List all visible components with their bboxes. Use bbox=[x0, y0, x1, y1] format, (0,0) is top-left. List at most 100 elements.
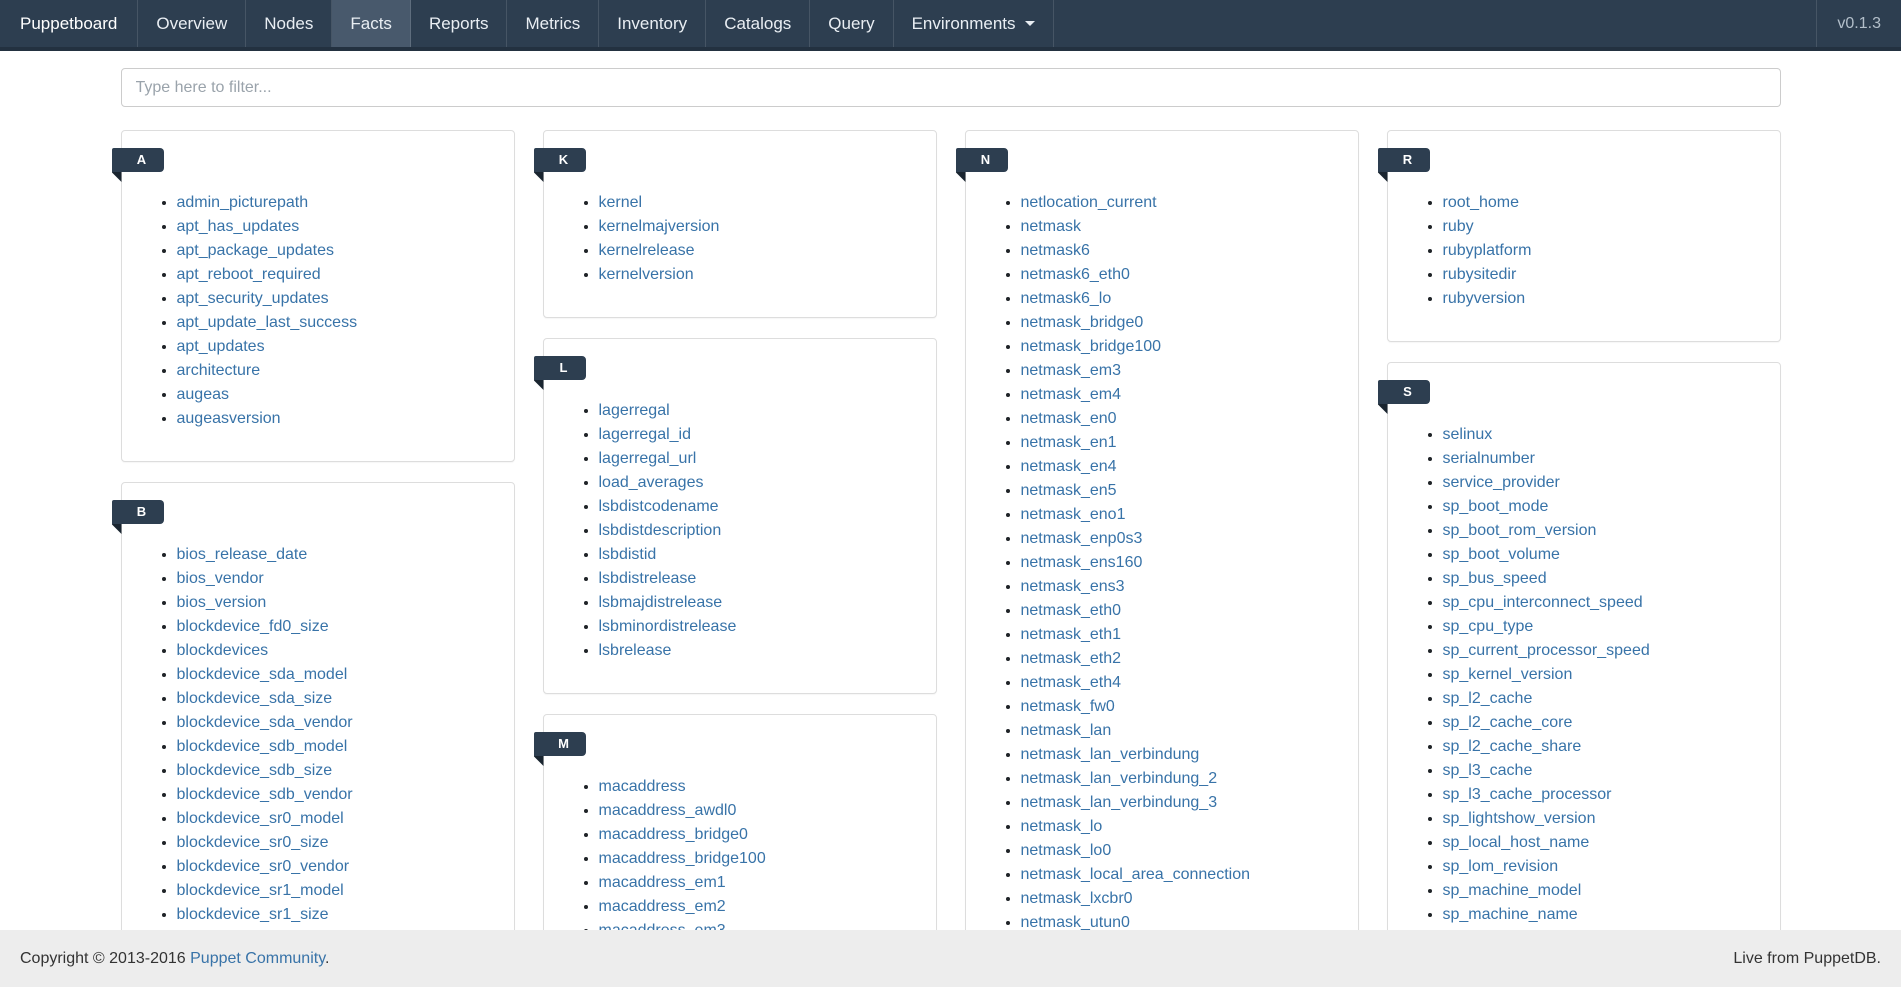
fact-link[interactable]: netmask_en1 bbox=[1021, 434, 1117, 451]
fact-link[interactable]: blockdevice_sdb_model bbox=[177, 738, 348, 755]
fact-link[interactable]: lsbdistcodename bbox=[599, 498, 719, 515]
fact-link[interactable]: lagerregal_id bbox=[599, 426, 692, 443]
fact-link[interactable]: kernel bbox=[599, 194, 643, 211]
fact-link[interactable]: architecture bbox=[177, 362, 261, 379]
nav-item-reports[interactable]: Reports bbox=[411, 0, 508, 47]
fact-link[interactable]: netmask_em3 bbox=[1021, 362, 1122, 379]
fact-link[interactable]: sp_boot_volume bbox=[1443, 546, 1560, 563]
fact-link[interactable]: lagerregal bbox=[599, 402, 670, 419]
nav-item-metrics[interactable]: Metrics bbox=[507, 0, 599, 47]
fact-link[interactable]: macaddress_em2 bbox=[599, 898, 726, 915]
fact-link[interactable]: sp_cpu_type bbox=[1443, 618, 1534, 635]
fact-link[interactable]: load_averages bbox=[599, 474, 704, 491]
fact-link[interactable]: netmask_enp0s3 bbox=[1021, 530, 1143, 547]
fact-link[interactable]: netlocation_current bbox=[1021, 194, 1157, 211]
fact-link[interactable]: lsbminordistrelease bbox=[599, 618, 737, 635]
fact-link[interactable]: macaddress_bridge100 bbox=[599, 850, 766, 867]
fact-link[interactable]: netmask_bridge0 bbox=[1021, 314, 1144, 331]
fact-link[interactable]: netmask_lo0 bbox=[1021, 842, 1112, 859]
fact-link[interactable]: netmask_bridge100 bbox=[1021, 338, 1162, 355]
fact-link[interactable]: lsbdistrelease bbox=[599, 570, 697, 587]
fact-link[interactable]: blockdevice_sr0_vendor bbox=[177, 858, 350, 875]
fact-link[interactable]: apt_has_updates bbox=[177, 218, 300, 235]
fact-link[interactable]: apt_reboot_required bbox=[177, 266, 321, 283]
nav-item-facts[interactable]: Facts bbox=[332, 0, 411, 47]
fact-link[interactable]: blockdevice_sdb_vendor bbox=[177, 786, 353, 803]
fact-link[interactable]: netmask_lan_verbindung bbox=[1021, 746, 1200, 763]
fact-link[interactable]: sp_boot_mode bbox=[1443, 498, 1549, 515]
nav-item-environments[interactable]: Environments bbox=[894, 0, 1054, 47]
fact-link[interactable]: netmask6_eth0 bbox=[1021, 266, 1130, 283]
fact-link[interactable]: admin_picturepath bbox=[177, 194, 309, 211]
fact-link[interactable]: netmask_utun0 bbox=[1021, 914, 1130, 931]
fact-link[interactable]: netmask6 bbox=[1021, 242, 1090, 259]
fact-link[interactable]: netmask_fw0 bbox=[1021, 698, 1115, 715]
fact-link[interactable]: blockdevice_fd0_size bbox=[177, 618, 329, 635]
fact-link[interactable]: rubysitedir bbox=[1443, 266, 1517, 283]
fact-link[interactable]: netmask_en5 bbox=[1021, 482, 1117, 499]
fact-link[interactable]: blockdevices bbox=[177, 642, 269, 659]
fact-link[interactable]: blockdevice_sr1_size bbox=[177, 906, 329, 923]
fact-link[interactable]: netmask_eth0 bbox=[1021, 602, 1122, 619]
fact-link[interactable]: blockdevice_sda_model bbox=[177, 666, 348, 683]
nav-item-query[interactable]: Query bbox=[810, 0, 893, 47]
fact-link[interactable]: netmask_eth1 bbox=[1021, 626, 1122, 643]
fact-link[interactable]: sp_l3_cache_processor bbox=[1443, 786, 1612, 803]
fact-link[interactable]: lsbmajdistrelease bbox=[599, 594, 723, 611]
fact-link[interactable]: macaddress_awdl0 bbox=[599, 802, 737, 819]
fact-link[interactable]: macaddress_bridge0 bbox=[599, 826, 748, 843]
fact-link[interactable]: bios_vendor bbox=[177, 570, 264, 587]
fact-link[interactable]: lsbdistid bbox=[599, 546, 657, 563]
fact-link[interactable]: netmask_eno1 bbox=[1021, 506, 1126, 523]
fact-link[interactable]: netmask_ens3 bbox=[1021, 578, 1125, 595]
fact-link[interactable]: kernelversion bbox=[599, 266, 694, 283]
fact-link[interactable]: blockdevice_sda_size bbox=[177, 690, 333, 707]
filter-input[interactable] bbox=[121, 68, 1781, 107]
fact-link[interactable]: lsbrelease bbox=[599, 642, 672, 659]
fact-link[interactable]: netmask bbox=[1021, 218, 1081, 235]
fact-link[interactable]: sp_boot_rom_version bbox=[1443, 522, 1597, 539]
fact-link[interactable]: sp_l3_cache bbox=[1443, 762, 1533, 779]
fact-link[interactable]: sp_machine_name bbox=[1443, 906, 1578, 923]
puppet-community-link[interactable]: Puppet Community bbox=[190, 950, 325, 967]
fact-link[interactable]: blockdevice_sda_vendor bbox=[177, 714, 353, 731]
nav-item-catalogs[interactable]: Catalogs bbox=[706, 0, 810, 47]
fact-link[interactable]: netmask6_lo bbox=[1021, 290, 1112, 307]
fact-link[interactable]: netmask_eth4 bbox=[1021, 674, 1122, 691]
fact-link[interactable]: sp_lom_revision bbox=[1443, 858, 1559, 875]
fact-link[interactable]: sp_cpu_interconnect_speed bbox=[1443, 594, 1643, 611]
fact-link[interactable]: netmask_em4 bbox=[1021, 386, 1122, 403]
fact-link[interactable]: bios_version bbox=[177, 594, 267, 611]
fact-link[interactable]: netmask_lan_verbindung_3 bbox=[1021, 794, 1218, 811]
fact-link[interactable]: blockdevice_sr0_model bbox=[177, 810, 344, 827]
fact-link[interactable]: sp_lightshow_version bbox=[1443, 810, 1596, 827]
nav-item-overview[interactable]: Overview bbox=[138, 0, 246, 47]
fact-link[interactable]: lagerregal_url bbox=[599, 450, 697, 467]
fact-link[interactable]: apt_updates bbox=[177, 338, 265, 355]
fact-link[interactable]: ruby bbox=[1443, 218, 1474, 235]
fact-link[interactable]: augeas bbox=[177, 386, 230, 403]
fact-link[interactable]: service_provider bbox=[1443, 474, 1560, 491]
fact-link[interactable]: netmask_en0 bbox=[1021, 410, 1117, 427]
fact-link[interactable]: kernelrelease bbox=[599, 242, 695, 259]
fact-link[interactable]: sp_local_host_name bbox=[1443, 834, 1590, 851]
fact-link[interactable]: root_home bbox=[1443, 194, 1520, 211]
fact-link[interactable]: lsbdistdescription bbox=[599, 522, 722, 539]
fact-link[interactable]: serialnumber bbox=[1443, 450, 1535, 467]
fact-link[interactable]: netmask_en4 bbox=[1021, 458, 1117, 475]
fact-link[interactable]: apt_package_updates bbox=[177, 242, 334, 259]
fact-link[interactable]: selinux bbox=[1443, 426, 1493, 443]
fact-link[interactable]: blockdevice_sr1_model bbox=[177, 882, 344, 899]
nav-item-inventory[interactable]: Inventory bbox=[599, 0, 706, 47]
fact-link[interactable]: sp_kernel_version bbox=[1443, 666, 1573, 683]
fact-link[interactable]: augeasversion bbox=[177, 410, 281, 427]
fact-link[interactable]: rubyplatform bbox=[1443, 242, 1532, 259]
fact-link[interactable]: netmask_ens160 bbox=[1021, 554, 1143, 571]
fact-link[interactable]: netmask_lan bbox=[1021, 722, 1112, 739]
fact-link[interactable]: apt_update_last_success bbox=[177, 314, 358, 331]
fact-link[interactable]: netmask_lan_verbindung_2 bbox=[1021, 770, 1218, 787]
fact-link[interactable]: netmask_lo bbox=[1021, 818, 1103, 835]
fact-link[interactable]: kernelmajversion bbox=[599, 218, 720, 235]
fact-link[interactable]: netmask_lxcbr0 bbox=[1021, 890, 1133, 907]
fact-link[interactable]: macaddress_em1 bbox=[599, 874, 726, 891]
